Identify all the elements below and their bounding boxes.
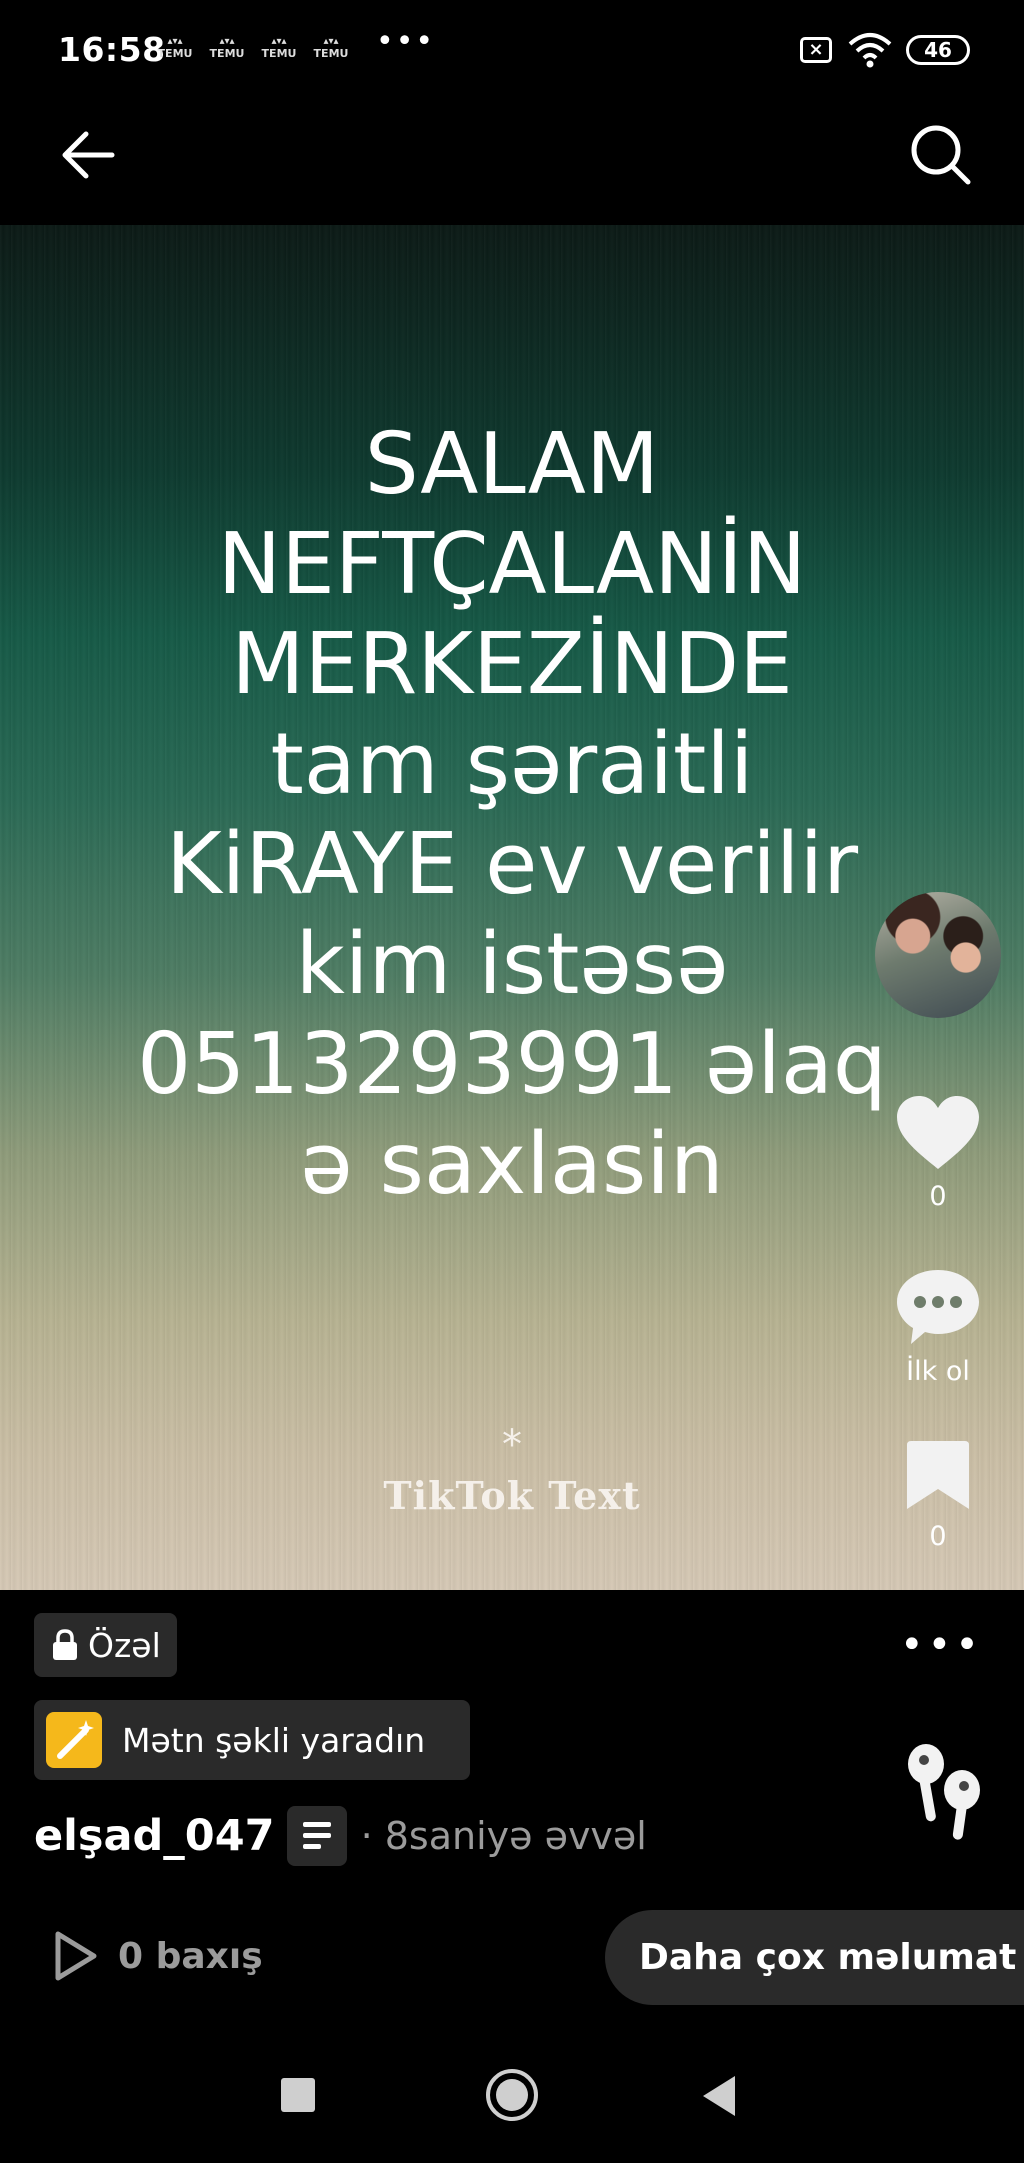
watermark-text: TikTok Text — [383, 1473, 641, 1518]
heart-icon — [897, 1096, 979, 1169]
privacy-badge[interactable]: Özəl — [34, 1613, 177, 1677]
video-text-line: MERKEZİNDE — [231, 615, 793, 714]
magic-wand-icon — [46, 1712, 102, 1768]
more-info-label: Daha çox məlumat — [639, 1937, 1017, 1978]
status-time: 16:58 — [58, 30, 166, 69]
video-text-line: ə saxlasin — [300, 1115, 724, 1214]
video-text-overlay: SALAM NEFTÇALANİN MERKEZİNDE tam şəraitl… — [0, 415, 1024, 1215]
video-text-line: kim istəsə — [295, 915, 729, 1014]
system-nav-bar — [0, 2040, 1024, 2163]
author-avatar[interactable] — [875, 892, 1001, 1018]
tiktok-text-watermark: * TikTok Text — [0, 1425, 1024, 1518]
text-post-icon — [286, 1806, 347, 1866]
video-player[interactable]: SALAM NEFTÇALANİN MERKEZİNDE tam şəraitl… — [0, 225, 1024, 1590]
recent-apps-button[interactable] — [281, 2078, 315, 2112]
watermark-star-icon: * — [502, 1422, 522, 1468]
bookmark-icon — [907, 1441, 969, 1509]
earbuds-icon[interactable] — [896, 1738, 992, 1842]
video-text-line: SALAM — [364, 415, 660, 514]
video-text-line: NEFTÇALANİN — [217, 515, 807, 614]
comment-button[interactable]: İlk ol — [890, 1266, 986, 1387]
view-count-label: 0 baxış — [118, 1935, 263, 1977]
temu-notification-icon: ▴▾▴ TEMU — [261, 36, 297, 60]
save-count: 0 — [929, 1521, 947, 1552]
like-count: 0 — [929, 1181, 947, 1212]
search-icon[interactable] — [906, 120, 976, 190]
system-back-button[interactable] — [703, 2076, 735, 2116]
video-text-line: KiRAYE ev verilir — [165, 815, 859, 914]
comment-icon — [897, 1270, 979, 1344]
back-arrow-icon[interactable] — [54, 120, 124, 190]
author-username[interactable]: elşad_047 — [34, 1811, 275, 1861]
temu-notification-icon: ▴▾▴ TEMU — [209, 36, 245, 60]
battery-icon: 46 — [906, 35, 970, 65]
video-text-line: tam şəraitli — [270, 715, 754, 814]
top-bar — [0, 100, 1024, 225]
author-row: elşad_047 · 8saniyə əvvəl — [34, 1806, 647, 1866]
more-info-button[interactable]: Daha çox məlumat — [605, 1910, 1024, 2005]
create-text-image-button[interactable]: Mətn şəkli yaradın — [34, 1700, 470, 1780]
sim-off-icon: × — [800, 37, 832, 63]
lock-icon — [53, 1629, 77, 1660]
temu-notification-icon: ▴▾▴ TEMU — [157, 36, 193, 60]
video-text-line: 0513293991 əlaq — [137, 1015, 887, 1114]
create-text-image-label: Mətn şəkli yaradın — [122, 1720, 426, 1760]
privacy-label: Özəl — [88, 1625, 161, 1665]
play-icon — [55, 1931, 97, 1981]
view-count: 0 baxış — [52, 1930, 263, 1982]
more-options-button[interactable]: ••• — [900, 1625, 983, 1665]
more-notifications-icon: ••• — [376, 24, 436, 59]
post-time: · 8saniyə əvvəl — [360, 1814, 647, 1858]
save-button[interactable]: 0 — [890, 1437, 986, 1552]
temu-notification-icon: ▴▾▴ TEMU — [313, 36, 349, 60]
wifi-icon — [848, 33, 892, 68]
like-button[interactable]: 0 — [890, 1093, 986, 1212]
status-bar: 16:58 ▴▾▴ TEMU ▴▾▴ TEMU ▴▾▴ TEMU ▴▾▴ TEMU ••… — [0, 0, 1024, 100]
home-button[interactable] — [486, 2069, 538, 2121]
comment-count: İlk ol — [906, 1356, 970, 1387]
